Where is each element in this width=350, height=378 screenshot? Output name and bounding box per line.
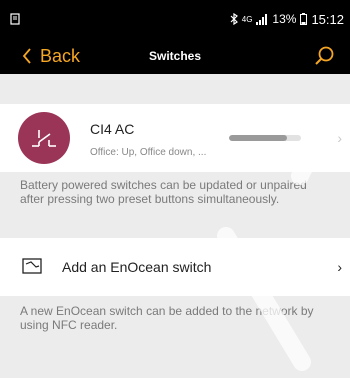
network-type: 4G — [241, 14, 253, 24]
status-bar: 4G 13% 15:12 — [0, 0, 350, 38]
signal-icon — [256, 13, 268, 25]
device-list-item[interactable]: CI4 AC Office: Up, Office down, ... › — [0, 104, 350, 172]
battery-info-text: Battery powered switches can be updated … — [20, 178, 307, 206]
back-label: Back — [40, 45, 81, 66]
chevron-right-icon: › — [337, 259, 342, 275]
battery-icon — [300, 13, 308, 25]
nfc-info-text: A new EnOcean switch can be added to the… — [20, 304, 314, 332]
clock: 15:12 — [311, 11, 344, 27]
chevron-right-icon: › — [337, 130, 342, 146]
app-bar: Switches Back — [0, 38, 350, 74]
device-avatar — [18, 112, 70, 164]
search-icon[interactable] — [312, 44, 336, 68]
device-name: CI4 AC — [90, 121, 135, 137]
enocean-switch-icon — [22, 258, 42, 274]
device-progress-bar — [229, 135, 301, 141]
battery-percent: 13% — [272, 12, 297, 26]
add-switch-label: Add an EnOcean switch — [62, 259, 212, 275]
progress-fill — [229, 135, 287, 141]
add-switch-button[interactable]: Add an EnOcean switch › — [0, 238, 350, 296]
bluetooth-icon — [230, 13, 238, 25]
switch-icon — [32, 130, 56, 147]
device-subtitle: Office: Up, Office down, ... — [90, 147, 207, 158]
chevron-left-icon — [22, 48, 31, 64]
notification-icon — [10, 13, 20, 25]
back-button[interactable]: Back — [22, 38, 80, 74]
